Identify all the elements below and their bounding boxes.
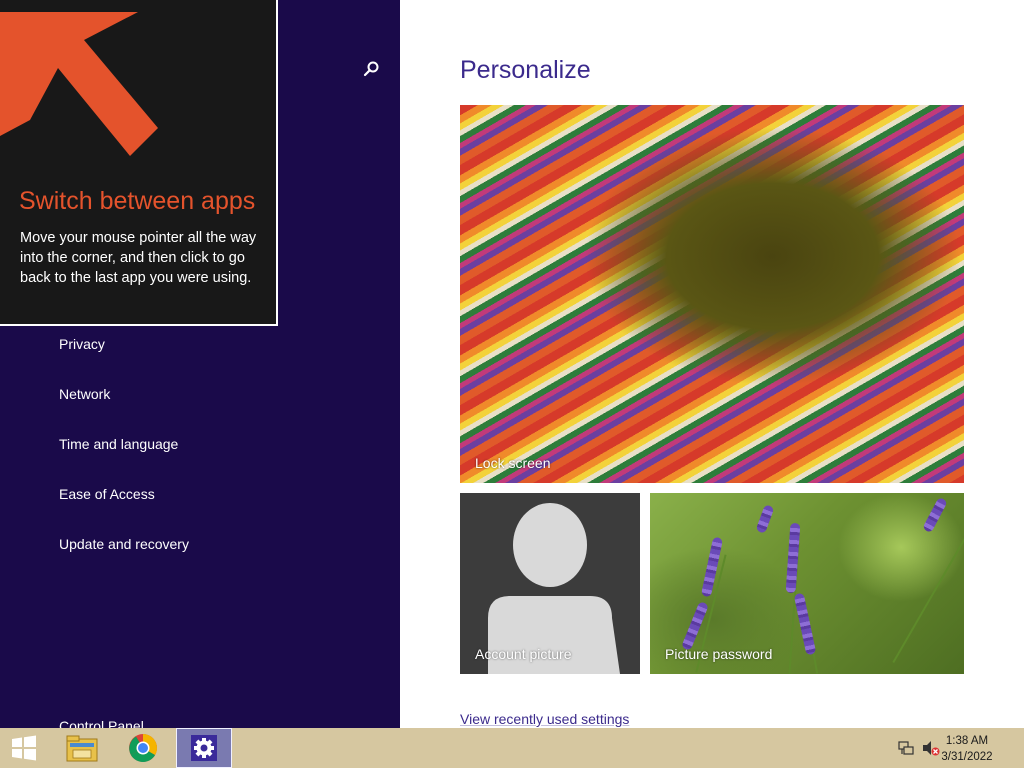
pc-settings-button[interactable] [176, 728, 232, 768]
account-picture-tile[interactable]: Account picture [460, 493, 640, 674]
search-icon[interactable] [360, 58, 382, 80]
chrome-icon [129, 734, 157, 762]
lock-screen-tile[interactable]: Lock screen [460, 105, 964, 483]
file-explorer-button[interactable] [58, 728, 106, 768]
picture-password-tile[interactable]: Picture password [650, 493, 964, 674]
chrome-button[interactable] [119, 728, 167, 768]
taskbar: 1:38 AM 3/31/2022 [0, 728, 1024, 768]
sidebar-item-update-and-recovery[interactable]: Update and recovery [59, 536, 189, 552]
lock-screen-label: Lock screen [475, 455, 551, 471]
start-button[interactable] [0, 728, 48, 768]
sidebar-item-time-and-language[interactable]: Time and language [59, 436, 178, 452]
account-picture-label: Account picture [475, 646, 572, 662]
switch-apps-tip: Switch between apps Move your mouse poin… [0, 0, 278, 326]
sidebar-item-ease-of-access[interactable]: Ease of Access [59, 486, 155, 502]
system-clock[interactable]: 1:38 AM 3/31/2022 [932, 733, 1002, 765]
tip-title: Switch between apps [19, 187, 256, 215]
windows-logo-icon [12, 735, 36, 761]
sidebar-item-privacy[interactable]: Privacy [59, 336, 105, 352]
clock-time: 1:38 AM [945, 735, 989, 747]
gear-icon [191, 735, 217, 761]
sidebar-item-network[interactable]: Network [59, 386, 110, 402]
folder-icon [66, 735, 98, 762]
tip-body: Move your mouse pointer all the way into… [20, 230, 257, 286]
corner-arrow-icon [0, 12, 158, 156]
clock-date: 3/31/2022 [941, 751, 993, 763]
picture-password-label: Picture password [665, 646, 773, 662]
view-recent-settings-link[interactable]: View recently used settings [460, 711, 629, 727]
page-title: Personalize [460, 56, 591, 84]
network-icon[interactable] [898, 740, 914, 756]
